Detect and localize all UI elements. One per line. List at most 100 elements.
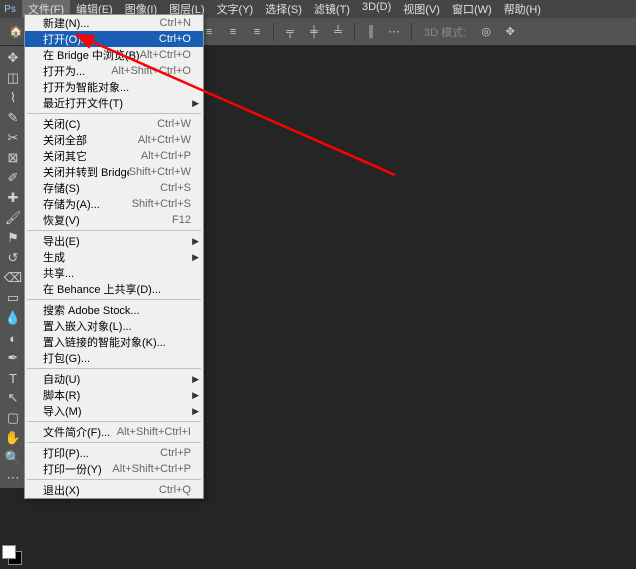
menu-item[interactable]: 打包(G)...: [25, 350, 203, 366]
menu-item-shortcut: Alt+Shift+Ctrl+I: [117, 426, 191, 438]
blur-tool-icon[interactable]: 💧: [2, 308, 24, 328]
history-brush-icon[interactable]: ↺: [2, 248, 24, 268]
menu-item-label: 导入(M): [43, 403, 82, 419]
menu-item[interactable]: 在 Bridge 中浏览(B)...Alt+Ctrl+O: [25, 47, 203, 63]
menu-item[interactable]: 文件简介(F)... Alt+Shift+Ctrl+I: [25, 424, 203, 440]
separator: [273, 23, 274, 41]
menu-item[interactable]: 脚本(R)▶: [25, 387, 203, 403]
menu-item-shortcut: Ctrl+N: [160, 17, 191, 29]
menu-item[interactable]: 恢复(V)F12: [25, 212, 203, 228]
menu-item-label: 置入链接的智能对象(K)...: [43, 334, 166, 350]
menu-item[interactable]: 共享...: [25, 265, 203, 281]
menu-item-label: 在 Bridge 中浏览(B)...: [43, 47, 140, 63]
menu-item[interactable]: 关闭(C)Ctrl+W: [25, 116, 203, 132]
tools-panel: ✥ ◫ ⌇ ✎ ✂ ⊠ ✐ ✚ 🖌 ⚑ ↺ ⌫ ▭ 💧 ◐ ✒ T ↖ ▢ ✋ …: [0, 46, 26, 488]
3d-pan-icon[interactable]: ✥: [498, 20, 522, 44]
zoom-tool-icon[interactable]: 🔍: [2, 448, 24, 468]
menu-item[interactable]: 存储(S) Ctrl+S: [25, 180, 203, 196]
distribute-middle-icon[interactable]: ╪: [302, 20, 326, 44]
menu-item-label: 在 Behance 上共享(D)...: [43, 281, 161, 297]
align-center-icon[interactable]: ≡: [221, 20, 245, 44]
eyedropper-tool-icon[interactable]: ✐: [2, 168, 24, 188]
distribute-bottom-icon[interactable]: ╧: [326, 20, 350, 44]
menu-item[interactable]: 在 Behance 上共享(D)...: [25, 281, 203, 297]
menu-item[interactable]: 置入嵌入对象(L)...: [25, 318, 203, 334]
frame-tool-icon[interactable]: ⊠: [2, 148, 24, 168]
menu-5[interactable]: 选择(S): [259, 0, 308, 18]
separator: [354, 23, 355, 41]
menu-item-label: 关闭(C): [43, 116, 80, 132]
menu-item[interactable]: 打印一份(Y)Alt+Shift+Ctrl+P: [25, 461, 203, 477]
dodge-tool-icon[interactable]: ◐: [2, 328, 24, 348]
menu-8[interactable]: 视图(V): [397, 0, 446, 18]
edit-toolbar-icon[interactable]: ⋯: [2, 468, 24, 488]
menu-item-label: 文件简介(F)...: [43, 424, 110, 440]
color-swatches[interactable]: [2, 545, 24, 567]
menu-item-shortcut: Alt+Ctrl+W: [138, 134, 191, 146]
menu-item[interactable]: 关闭其它Alt+Ctrl+P: [25, 148, 203, 164]
3d-orbit-icon[interactable]: ◎: [474, 20, 498, 44]
menu-item-label: 生成: [43, 249, 65, 265]
menu-item[interactable]: 打印(P)... Ctrl+P: [25, 445, 203, 461]
menu-item[interactable]: 关闭并转到 Bridge...Shift+Ctrl+W: [25, 164, 203, 180]
menu-divider: [27, 421, 201, 422]
menu-item-label: 导出(E): [43, 233, 80, 249]
clone-tool-icon[interactable]: ⚑: [2, 228, 24, 248]
menu-item[interactable]: 生成▶: [25, 249, 203, 265]
quick-select-tool-icon[interactable]: ✎: [2, 108, 24, 128]
distribute-top-icon[interactable]: ╤: [278, 20, 302, 44]
menu-item-shortcut: Alt+Ctrl+O: [140, 49, 191, 61]
healing-tool-icon[interactable]: ✚: [2, 188, 24, 208]
submenu-arrow-icon: ▶: [192, 98, 199, 109]
menu-item[interactable]: 搜索 Adobe Stock...: [25, 302, 203, 318]
menu-item-label: 打印(P)...: [43, 445, 89, 461]
more-options-icon[interactable]: ⋯: [383, 20, 407, 44]
shape-tool-icon[interactable]: ▢: [2, 408, 24, 428]
menu-item-shortcut: Ctrl+P: [160, 447, 191, 459]
menu-item-shortcut: Alt+Shift+Ctrl+P: [112, 463, 191, 475]
distribute-h-icon[interactable]: ║: [359, 20, 383, 44]
menu-item[interactable]: 打开(O)...Ctrl+O: [25, 31, 203, 47]
move-tool-icon[interactable]: ✥: [2, 48, 24, 68]
menu-item-shortcut: Shift+Ctrl+W: [129, 166, 191, 178]
menu-item[interactable]: 存储为(A)...Shift+Ctrl+S: [25, 196, 203, 212]
menu-item[interactable]: 退出(X)Ctrl+Q: [25, 482, 203, 498]
menu-item[interactable]: 最近打开文件(T) ▶: [25, 95, 203, 111]
menu-item-label: 存储(S): [43, 180, 80, 196]
eraser-tool-icon[interactable]: ⌫: [2, 268, 24, 288]
brush-tool-icon[interactable]: 🖌: [2, 208, 24, 228]
menu-item[interactable]: 自动(U)▶: [25, 371, 203, 387]
menu-item[interactable]: 打开为...Alt+Shift+Ctrl+O: [25, 63, 203, 79]
menu-item-shortcut: Ctrl+S: [160, 182, 191, 194]
menu-9[interactable]: 窗口(W): [446, 0, 498, 18]
marquee-tool-icon[interactable]: ◫: [2, 68, 24, 88]
menu-item-label: 打开(O)...: [43, 31, 90, 47]
menu-10[interactable]: 帮助(H): [498, 0, 547, 18]
menu-item-label: 最近打开文件(T): [43, 95, 123, 111]
menu-item-label: 打开为...: [43, 63, 85, 79]
menu-item[interactable]: 置入链接的智能对象(K)...: [25, 334, 203, 350]
menu-4[interactable]: 文字(Y): [211, 0, 260, 18]
menu-6[interactable]: 滤镜(T): [308, 0, 356, 18]
menu-item[interactable]: 关闭全部Alt+Ctrl+W: [25, 132, 203, 148]
lasso-tool-icon[interactable]: ⌇: [2, 88, 24, 108]
menu-item[interactable]: 新建(N)...Ctrl+N: [25, 15, 203, 31]
menu-item-shortcut: Shift+Ctrl+S: [132, 198, 191, 210]
align-right-icon[interactable]: ≡: [245, 20, 269, 44]
menu-item[interactable]: 导入(M)▶: [25, 403, 203, 419]
foreground-swatch[interactable]: [2, 545, 16, 559]
path-select-icon[interactable]: ↖: [2, 388, 24, 408]
hand-tool-icon[interactable]: ✋: [2, 428, 24, 448]
pen-tool-icon[interactable]: ✒: [2, 348, 24, 368]
menu-item-shortcut: Alt+Ctrl+P: [141, 150, 191, 162]
crop-tool-icon[interactable]: ✂: [2, 128, 24, 148]
menu-item-label: 关闭并转到 Bridge...: [43, 164, 129, 180]
menu-7[interactable]: 3D(D): [356, 0, 397, 18]
file-menu-dropdown: 新建(N)...Ctrl+N打开(O)...Ctrl+O在 Bridge 中浏览…: [24, 14, 204, 499]
type-tool-icon[interactable]: T: [2, 368, 24, 388]
menu-item-label: 脚本(R): [43, 387, 80, 403]
menu-item-label: 打开为智能对象...: [43, 79, 129, 95]
gradient-tool-icon[interactable]: ▭: [2, 288, 24, 308]
menu-item[interactable]: 导出(E)▶: [25, 233, 203, 249]
menu-item[interactable]: 打开为智能对象...: [25, 79, 203, 95]
